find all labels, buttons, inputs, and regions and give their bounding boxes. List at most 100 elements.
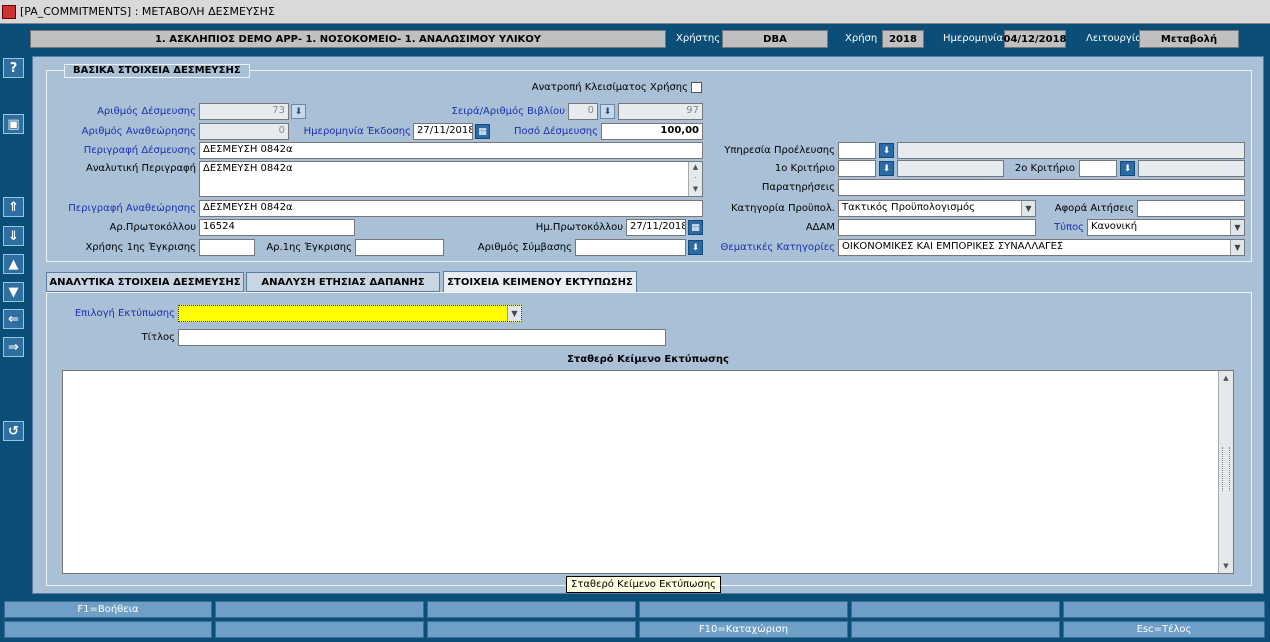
date-label: Ημερομηνία xyxy=(943,33,1004,44)
reverse-close-checkbox[interactable] xyxy=(691,82,702,93)
adam-field[interactable] xyxy=(838,219,1036,236)
print-choice-select[interactable]: ▼ xyxy=(178,305,522,322)
protocol-label: Αρ.Πρωτοκόλλου xyxy=(109,222,197,233)
fkey-slot[interactable] xyxy=(427,601,636,618)
prev-icon[interactable]: ⇐ xyxy=(3,309,24,329)
revision-label: Αριθμός Αναθεώρησης xyxy=(81,126,196,137)
commit-no-lov-icon[interactable]: ⬇ xyxy=(291,104,306,119)
app-icon xyxy=(2,4,16,19)
commit-no-label: Αριθμός Δέσμευσης xyxy=(97,106,196,117)
tab-annual-analysis[interactable]: ΑΝΑΛΥΣΗ ΕΤΗΣΙΑΣ ΔΑΠΑΝΗΣ xyxy=(246,272,440,292)
adam-label: ΑΔΑΜ xyxy=(805,222,835,233)
budget-cat-select[interactable]: Τακτικός Προϋπολογισμός ▼ xyxy=(838,200,1036,217)
next-record-icon[interactable]: ⇓ xyxy=(3,226,24,246)
fixed-text-label: Σταθερό Κείμενο Εκτύπωσης xyxy=(567,354,729,365)
desc-label: Περιγραφή Δέσμευσης xyxy=(83,145,196,156)
mode-display: Μεταβολή xyxy=(1139,30,1239,48)
fkey-slot[interactable] xyxy=(639,601,848,618)
contract-field[interactable] xyxy=(575,239,686,256)
tooltip: Σταθερό Κείμενο Εκτύπωσης xyxy=(566,576,722,593)
amount-field[interactable]: 100,00 xyxy=(601,123,703,140)
chevron-down-icon[interactable]: ▼ xyxy=(1230,220,1244,235)
first-approval-no-field[interactable] xyxy=(355,239,444,256)
fixed-text-scrollbar[interactable]: ▲ ▼ xyxy=(1218,371,1233,573)
book-no-field[interactable]: 97 xyxy=(618,103,703,120)
type-select[interactable]: Κανονική ▼ xyxy=(1087,219,1245,236)
notes-label: Παρατηρήσεις xyxy=(761,182,835,193)
crit2-lov-icon[interactable]: ⬇ xyxy=(1120,161,1135,176)
first-approval-no-label: Αρ.1ης Έγκρισης xyxy=(266,242,352,253)
title-field[interactable] xyxy=(178,329,666,346)
window-title: [PA_COMMITMENTS] : ΜΕΤΑΒΟΛΗ ΔΕΣΜΕΥΣΗΣ xyxy=(20,5,275,18)
year-display: 2018 xyxy=(882,30,924,48)
desc-field[interactable]: ΔΕΣΜΕΥΣΗ 0842α xyxy=(199,142,703,159)
undo-icon[interactable]: ↺ xyxy=(3,421,24,441)
issue-date-calendar-icon[interactable]: ▦ xyxy=(475,124,490,139)
origin-service-lov-icon[interactable]: ⬇ xyxy=(879,143,894,158)
help-icon[interactable]: ? xyxy=(3,58,24,78)
chevron-down-icon[interactable]: ▼ xyxy=(507,306,521,321)
fixed-text-area[interactable] xyxy=(62,370,1234,574)
user-label: Χρήστης xyxy=(676,33,721,44)
print-choice-label: Επιλογή Εκτύπωσης xyxy=(74,308,175,319)
amount-label: Ποσό Δέσμευσης xyxy=(514,126,598,137)
fkey-slot[interactable] xyxy=(215,601,424,618)
fkey-slot[interactable] xyxy=(1063,601,1265,618)
fkey-slot[interactable] xyxy=(851,621,1060,638)
thematic-value: ΟΙΚΟΝΟΜΙΚΕΣ ΚΑΙ ΕΜΠΟΡΙΚΕΣ ΣΥΝΑΛΛΑΓΕΣ xyxy=(842,241,1064,252)
commit-no-field[interactable]: 73 xyxy=(199,103,289,120)
scroll-up-icon[interactable]: ▲ xyxy=(1219,371,1233,385)
chevron-down-icon[interactable]: ▼ xyxy=(1230,240,1244,255)
esc-exit-button[interactable]: Esc=Τέλος xyxy=(1063,621,1265,638)
type-value: Κανονική xyxy=(1091,221,1138,232)
origin-service-desc xyxy=(897,142,1245,159)
f10-save-button[interactable]: F10=Καταχώριση xyxy=(639,621,848,638)
user-display: DBA xyxy=(722,30,828,48)
crit1-label: 1ο Κριτήριο xyxy=(774,163,835,174)
fkey-slot[interactable] xyxy=(215,621,424,638)
type-label: Τύπος xyxy=(1054,222,1084,233)
issue-date-field[interactable]: 27/11/2018 xyxy=(413,123,473,140)
series-lov-icon[interactable]: ⬇ xyxy=(600,104,615,119)
prev-block-icon[interactable]: ▲ xyxy=(3,254,24,274)
save-icon[interactable]: ▣ xyxy=(3,114,24,134)
thematic-select[interactable]: ΟΙΚΟΝΟΜΙΚΕΣ ΚΑΙ ΕΜΠΟΡΙΚΕΣ ΣΥΝΑΛΛΑΓΕΣ ▼ xyxy=(838,239,1245,256)
detail-desc-label: Αναλυτική Περιγραφή xyxy=(86,163,196,174)
fkey-slot[interactable] xyxy=(851,601,1060,618)
first-record-icon[interactable]: ⇑ xyxy=(3,197,24,217)
org-display: 1. ΑΣΚΛΗΠΙΟΣ DEMO APP- 1. ΝΟΣΟΚΟΜΕΙΟ- 1.… xyxy=(30,30,666,48)
series-label: Σειρά/Αριθμός Βιβλίου xyxy=(451,106,565,117)
requests-label: Αφορά Αιτήσεις xyxy=(1054,203,1134,214)
basic-section-title: ΒΑΣΙΚΑ ΣΤΟΙΧΕΙΑ ΔΕΣΜΕΥΣΗΣ xyxy=(64,64,250,78)
crit1-lov-icon[interactable]: ⬇ xyxy=(879,161,894,176)
rev-desc-label: Περιγραφή Αναθεώρησης xyxy=(68,203,196,214)
series-field[interactable]: 0 xyxy=(568,103,598,120)
crit2-field[interactable] xyxy=(1079,160,1117,177)
detail-desc-field[interactable]: ΔΕΣΜΕΥΣΗ 0842α xyxy=(199,161,703,197)
tab-print-text[interactable]: ΣΤΟΙΧΕΙΑ ΚΕΙΜΕΝΟΥ ΕΚΤΥΠΩΣΗΣ xyxy=(443,271,637,293)
rev-desc-field[interactable]: ΔΕΣΜΕΥΣΗ 0842α xyxy=(199,200,703,217)
scroll-down-icon[interactable]: ▼ xyxy=(1219,559,1233,573)
protocol-date-field[interactable]: 27/11/2018 xyxy=(626,219,686,236)
next-block-icon[interactable]: ▼ xyxy=(3,282,24,302)
issue-date-label: Ημερομηνία Έκδοσης xyxy=(303,126,411,137)
tab-detail[interactable]: ΑΝΑΛΥΤΙΚΑ ΣΤΟΙΧΕΙΑ ΔΕΣΜΕΥΣΗΣ xyxy=(46,272,244,292)
requests-field[interactable] xyxy=(1137,200,1245,217)
scroll-thumb[interactable] xyxy=(1222,447,1230,491)
origin-service-field[interactable] xyxy=(838,142,876,159)
f1-help-button[interactable]: F1=Βοήθεια xyxy=(4,601,212,618)
chevron-down-icon[interactable]: ▼ xyxy=(1021,201,1035,216)
notes-field[interactable] xyxy=(838,179,1245,196)
crit1-field[interactable] xyxy=(838,160,876,177)
year-label: Χρήση xyxy=(845,33,878,44)
next-icon[interactable]: ⇒ xyxy=(3,337,24,357)
detail-desc-text: ΔΕΣΜΕΥΣΗ 0842α xyxy=(203,163,293,174)
protocol-field[interactable]: 16524 xyxy=(199,219,355,236)
first-approval-year-field[interactable] xyxy=(199,239,255,256)
title-label: Τίτλος xyxy=(141,332,175,343)
crit2-desc xyxy=(1138,160,1245,177)
fkey-slot[interactable] xyxy=(427,621,636,638)
fkey-slot[interactable] xyxy=(4,621,212,638)
revision-field[interactable]: 0 xyxy=(199,123,289,140)
mode-label: Λειτουργία xyxy=(1086,33,1142,44)
